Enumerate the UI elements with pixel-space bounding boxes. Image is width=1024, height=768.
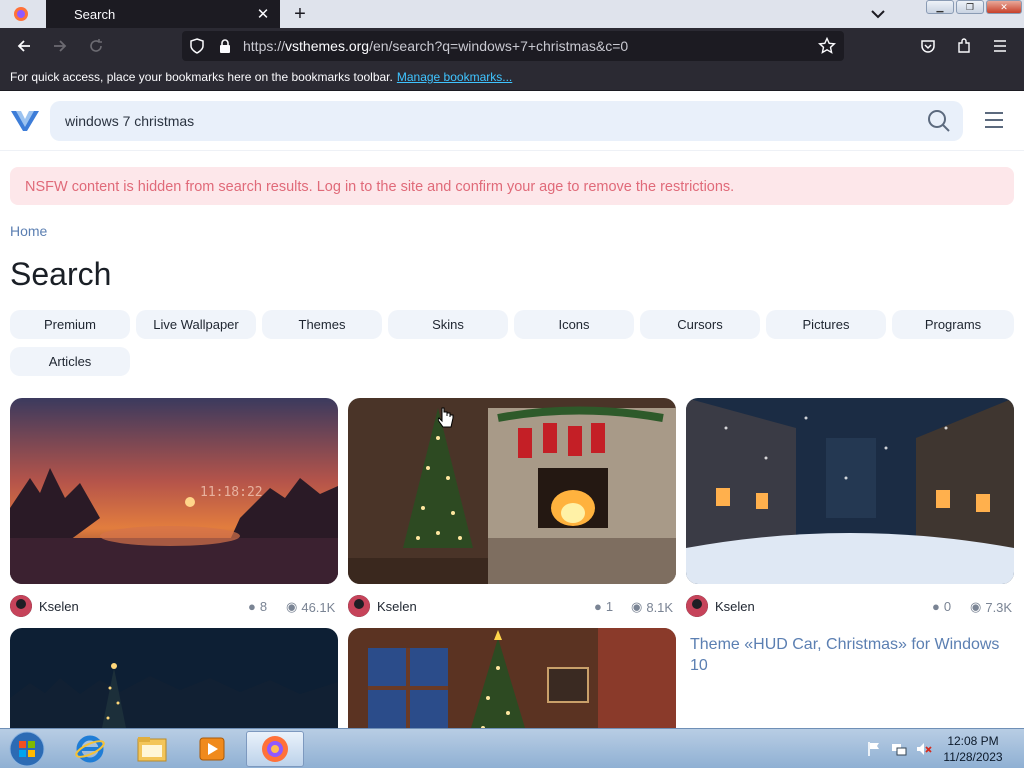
clock-time: 12:08 PM	[947, 734, 999, 748]
restore-icon[interactable]: ❐	[956, 0, 984, 14]
site-logo[interactable]	[10, 107, 40, 135]
forward-arrow-icon[interactable]	[48, 34, 72, 58]
bookmark-star-icon[interactable]	[817, 36, 837, 60]
search-icon[interactable]	[927, 109, 951, 133]
breadcrumb-home[interactable]: Home	[10, 223, 47, 239]
firefox-icon[interactable]	[0, 0, 42, 28]
manage-bookmarks-link[interactable]: Manage bookmarks...	[397, 70, 512, 84]
network-icon[interactable]	[891, 741, 907, 757]
chevron-down-icon[interactable]	[866, 2, 890, 26]
result-image-night-forest[interactable]	[10, 628, 338, 728]
category-themes[interactable]: Themes	[262, 310, 382, 339]
back-arrow-icon[interactable]	[12, 34, 36, 58]
comment-count: ● 0	[932, 599, 952, 614]
site-search-input[interactable]: windows 7 christmas	[50, 101, 963, 141]
eye-icon: ◉	[970, 599, 982, 614]
avatar[interactable]	[348, 595, 370, 617]
view-count: ◉ 8.1K	[631, 599, 674, 615]
result-image-sunset-lake[interactable]: 11:18:22	[10, 398, 338, 584]
comment-icon: ●	[248, 599, 256, 614]
search-query: windows 7 christmas	[65, 113, 195, 129]
eye-icon: ◉	[631, 599, 643, 614]
avatar[interactable]	[10, 595, 32, 617]
category-cursors[interactable]: Cursors	[640, 310, 760, 339]
author-name[interactable]: Kselen	[715, 599, 755, 614]
extensions-icon[interactable]	[952, 34, 976, 58]
comment-count: ● 8	[248, 599, 268, 614]
category-premium[interactable]: Premium	[10, 310, 130, 339]
hamburger-menu-icon[interactable]	[983, 110, 1005, 130]
tab-search[interactable]: Search ✕	[46, 0, 280, 28]
tracking-shield-icon[interactable]	[190, 38, 204, 59]
author-name[interactable]: Kselen	[377, 599, 417, 614]
browser-tab-strip: Search ✕ + ▁ ❐ ✕	[0, 0, 1024, 28]
eye-icon: ◉	[286, 599, 298, 614]
svg-text:11:18:22: 11:18:22	[200, 485, 263, 500]
tab-title: Search	[74, 6, 116, 22]
url-text: https://vsthemes.org/en/search?q=windows…	[243, 38, 629, 54]
app-menu-icon[interactable]	[988, 34, 1012, 58]
site-header: windows 7 christmas	[0, 91, 1024, 151]
view-count: ◉ 46.1K	[286, 599, 336, 615]
system-clock[interactable]: 12:08 PM 11/28/2023	[936, 733, 1010, 765]
minimize-icon[interactable]: ▁	[926, 0, 954, 14]
comment-icon: ●	[932, 599, 940, 614]
category-skins[interactable]: Skins	[388, 310, 508, 339]
firefox-taskbar-icon[interactable]	[246, 731, 304, 767]
result-meta-3: Kselen ● 0 ◉ 7.3K	[686, 595, 1014, 619]
browser-nav-bar: https://vsthemes.org/en/search?q=windows…	[0, 28, 1024, 64]
result-meta-2: Kselen ● 1 ◉ 8.1K	[348, 595, 676, 619]
category-live-wallpaper[interactable]: Live Wallpaper	[136, 310, 256, 339]
category-articles[interactable]: Articles	[10, 347, 130, 376]
result-image-christmas-fireplace[interactable]	[348, 398, 676, 584]
web-page: windows 7 christmas NSFW content is hidd…	[0, 91, 1024, 728]
result-image-snowy-street[interactable]	[686, 398, 1014, 584]
theme-title-link[interactable]: Theme «HUD Car, Christmas» for Windows 1…	[690, 634, 1000, 676]
category-pictures[interactable]: Pictures	[766, 310, 886, 339]
action-center-flag-icon[interactable]	[866, 741, 882, 757]
avatar[interactable]	[686, 595, 708, 617]
bookmarks-message: For quick access, place your bookmarks h…	[10, 70, 393, 84]
result-meta-1: Kselen ● 8 ◉ 46.1K	[10, 595, 338, 619]
window-close-icon[interactable]: ✕	[986, 0, 1022, 14]
author-name[interactable]: Kselen	[39, 599, 79, 614]
comment-icon: ●	[594, 599, 602, 614]
internet-explorer-icon[interactable]	[62, 731, 118, 767]
reload-icon[interactable]	[84, 34, 108, 58]
comment-count: ● 1	[594, 599, 614, 614]
category-icons[interactable]: Icons	[514, 310, 634, 339]
bookmarks-toolbar: For quick access, place your bookmarks h…	[0, 64, 1024, 91]
view-count: ◉ 7.3K	[970, 599, 1013, 615]
file-explorer-icon[interactable]	[124, 731, 180, 767]
mouse-cursor	[437, 407, 454, 434]
new-tab-icon[interactable]: +	[288, 2, 312, 26]
url-bar[interactable]: https://vsthemes.org/en/search?q=windows…	[182, 31, 844, 61]
page-title: Search	[10, 256, 112, 292]
category-programs[interactable]: Programs	[892, 310, 1014, 339]
nsfw-alert: NSFW content is hidden from search resul…	[10, 167, 1014, 205]
lock-icon[interactable]	[218, 38, 232, 59]
pocket-icon[interactable]	[916, 34, 940, 58]
clock-date: 11/28/2023	[943, 750, 1003, 764]
close-tab-icon[interactable]: ✕	[254, 5, 272, 23]
windows-taskbar: 12:08 PM 11/28/2023	[0, 728, 1024, 768]
volume-muted-icon[interactable]	[916, 741, 932, 757]
windows-start-icon[interactable]	[0, 731, 54, 767]
media-player-icon[interactable]	[184, 731, 240, 767]
result-image-christmas-window[interactable]	[348, 628, 676, 728]
